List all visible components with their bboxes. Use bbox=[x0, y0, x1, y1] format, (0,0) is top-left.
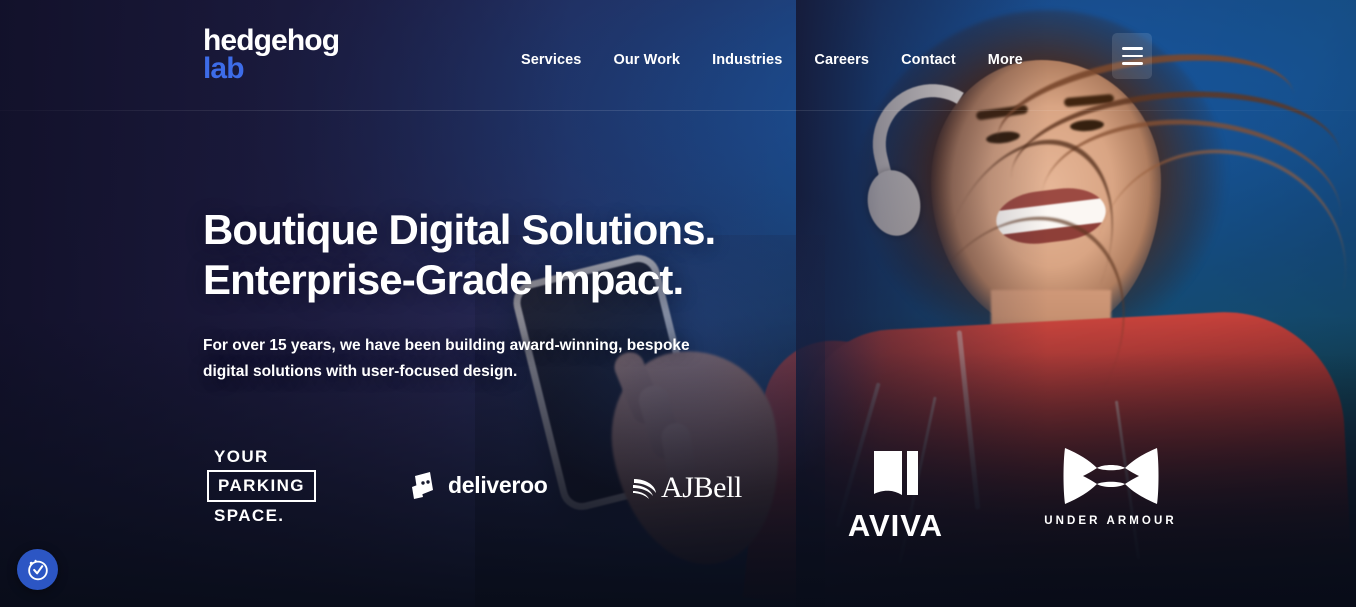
nav-item-industries[interactable]: Industries bbox=[696, 44, 798, 76]
cookie-consent-icon[interactable] bbox=[17, 549, 58, 590]
hero-headline-line-2: Enterprise-Grade Impact. bbox=[203, 255, 684, 303]
hero-headline: Boutique Digital Solutions. Enterprise-G… bbox=[203, 205, 716, 304]
client-logo-strip: YOUR PARKING SPACE. deliveroo AJBell AVI… bbox=[203, 440, 1193, 550]
nav-item-services[interactable]: Services bbox=[505, 44, 597, 76]
hamburger-menu-icon[interactable] bbox=[1112, 33, 1152, 79]
hero-content: Boutique Digital Solutions. Enterprise-G… bbox=[203, 205, 716, 385]
header-divider bbox=[0, 110, 1356, 111]
hero-subheadline-line-2: digital solutions with user-focused desi… bbox=[203, 363, 518, 381]
client-logo-under-armour[interactable]: UNDER ARMOUR bbox=[1033, 446, 1188, 529]
hamburger-bar bbox=[1121, 62, 1143, 65]
hero-subheadline: For over 15 years, we have been building… bbox=[203, 333, 715, 385]
hero-stage: hedgehog lab Services Our Work Industrie… bbox=[0, 0, 1356, 607]
hamburger-bar bbox=[1121, 54, 1143, 58]
logo-text-lab: lab bbox=[203, 51, 245, 85]
site-header: hedgehog lab Services Our Work Industrie… bbox=[0, 0, 1356, 111]
ajbell-swoosh-icon bbox=[631, 475, 659, 501]
deliveroo-kangaroo-icon bbox=[411, 470, 438, 500]
client-logo-ajbell[interactable]: AJBell bbox=[631, 471, 742, 505]
hamburger-bar bbox=[1121, 47, 1143, 50]
client-logo-your-parking-space[interactable]: YOUR PARKING SPACE. bbox=[207, 447, 316, 525]
yps-line-parking: PARKING bbox=[207, 470, 316, 502]
ajbell-wordmark: AJBell bbox=[661, 471, 742, 504]
yps-line-your: YOUR bbox=[214, 447, 269, 466]
logo-text-hedgehog: hedgehog bbox=[203, 24, 340, 57]
hero-subheadline-line-1: For over 15 years, we have been building… bbox=[203, 337, 690, 355]
deliveroo-wordmark: deliveroo bbox=[448, 471, 548, 498]
site-logo[interactable]: hedgehog lab bbox=[203, 24, 340, 85]
under-armour-ua-icon bbox=[1063, 448, 1159, 510]
main-navigation: Services Our Work Industries Careers Con… bbox=[505, 44, 1037, 76]
client-logo-aviva[interactable]: AVIVA bbox=[828, 447, 963, 544]
nav-item-more[interactable]: More bbox=[972, 44, 1037, 76]
aviva-wordmark: AVIVA bbox=[847, 508, 944, 543]
hero-headline-line-1: Boutique Digital Solutions. bbox=[203, 206, 716, 253]
aviva-book-icon bbox=[868, 451, 924, 507]
nav-item-contact[interactable]: Contact bbox=[885, 44, 972, 76]
yps-line-space: SPACE. bbox=[214, 506, 285, 525]
under-armour-wordmark: UNDER ARMOUR bbox=[1044, 515, 1177, 527]
nav-item-careers[interactable]: Careers bbox=[798, 44, 885, 76]
client-logo-deliveroo[interactable]: deliveroo bbox=[411, 470, 548, 500]
nav-item-our-work[interactable]: Our Work bbox=[597, 44, 696, 76]
